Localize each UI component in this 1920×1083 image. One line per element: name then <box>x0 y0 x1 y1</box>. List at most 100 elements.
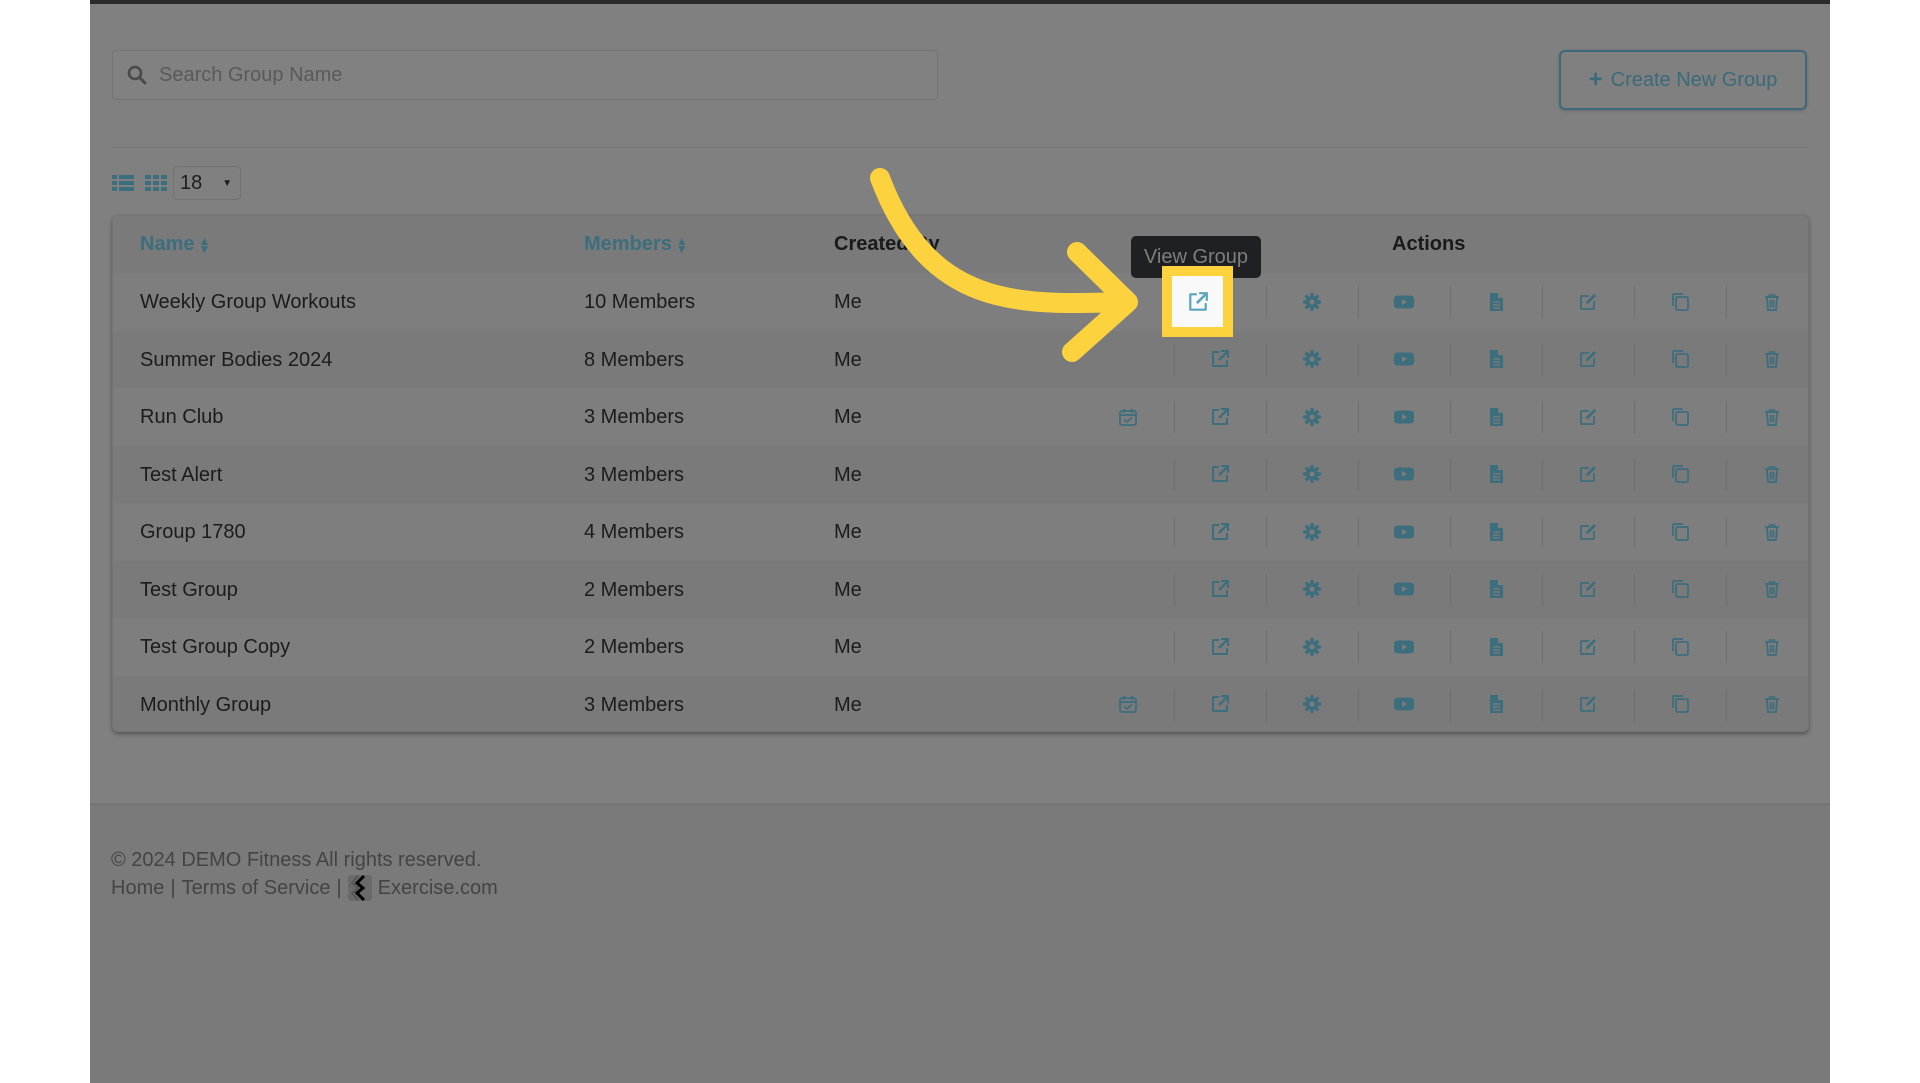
youtube-button[interactable] <box>1358 388 1450 446</box>
edit-button[interactable] <box>1542 676 1634 732</box>
file-text-button[interactable] <box>1450 388 1542 446</box>
external-link-icon <box>1210 694 1230 714</box>
header-created-by: Created By <box>834 233 940 255</box>
edit-button[interactable] <box>1542 561 1634 619</box>
edit-button[interactable] <box>1542 618 1634 676</box>
copy-button[interactable] <box>1634 446 1726 504</box>
youtube-icon <box>1394 694 1414 714</box>
list-view-icon[interactable] <box>112 174 134 192</box>
edit-button[interactable] <box>1542 503 1634 561</box>
gear-icon <box>1302 464 1322 484</box>
trash-button[interactable] <box>1726 561 1808 619</box>
copy-button[interactable] <box>1634 273 1726 331</box>
home-link[interactable]: Home <box>111 877 164 900</box>
search-box[interactable] <box>112 50 938 100</box>
gear-button[interactable] <box>1266 388 1358 446</box>
members-cell: 10 Members <box>584 291 696 313</box>
footer: © 2024 DEMO Fitness All rights reserved.… <box>90 803 1830 1083</box>
members-cell: 3 Members <box>584 406 685 428</box>
edit-button[interactable] <box>1542 331 1634 389</box>
exercise-logo-icon <box>347 875 372 901</box>
trash-button[interactable] <box>1726 503 1808 561</box>
file-text-icon <box>1486 694 1506 714</box>
file-text-button[interactable] <box>1450 676 1542 732</box>
edit-icon <box>1578 522 1598 542</box>
youtube-icon <box>1394 637 1414 657</box>
copyright-text: © 2024 DEMO Fitness All rights reserved. <box>111 849 482 871</box>
youtube-button[interactable] <box>1358 676 1450 732</box>
gear-button[interactable] <box>1266 503 1358 561</box>
youtube-icon <box>1394 579 1414 599</box>
copy-button[interactable] <box>1634 331 1726 389</box>
trash-button[interactable] <box>1726 273 1808 331</box>
gear-button[interactable] <box>1266 331 1358 389</box>
edit-button[interactable] <box>1542 273 1634 331</box>
file-text-icon <box>1486 349 1506 369</box>
gear-button[interactable] <box>1266 561 1358 619</box>
copy-button[interactable] <box>1634 618 1726 676</box>
highlighted-view-group-button[interactable] <box>1162 266 1233 337</box>
gear-button[interactable] <box>1266 273 1358 331</box>
create-new-group-button[interactable]: + Create New Group <box>1559 50 1807 110</box>
external-link-button[interactable] <box>1174 446 1266 504</box>
edit-button[interactable] <box>1542 388 1634 446</box>
external-link-button[interactable] <box>1174 388 1266 446</box>
youtube-button[interactable] <box>1358 561 1450 619</box>
copy-button[interactable] <box>1634 388 1726 446</box>
file-text-button[interactable] <box>1450 273 1542 331</box>
trash-button[interactable] <box>1726 388 1808 446</box>
created-by-cell: Me <box>834 348 862 371</box>
trash-button[interactable] <box>1726 618 1808 676</box>
edit-button[interactable] <box>1542 446 1634 504</box>
file-text-button[interactable] <box>1450 561 1542 619</box>
copy-icon <box>1670 292 1690 312</box>
external-link-button[interactable] <box>1174 676 1266 732</box>
file-text-button[interactable] <box>1450 446 1542 504</box>
file-text-button[interactable] <box>1450 331 1542 389</box>
external-link-icon <box>1210 464 1230 484</box>
calendar-check-button <box>1082 273 1174 331</box>
calendar-check-button[interactable] <box>1082 676 1174 732</box>
external-link-button[interactable] <box>1174 561 1266 619</box>
trash-icon <box>1762 522 1782 542</box>
copy-icon <box>1670 637 1690 657</box>
youtube-button[interactable] <box>1358 503 1450 561</box>
youtube-button[interactable] <box>1358 618 1450 676</box>
search-input[interactable] <box>157 62 921 88</box>
create-new-group-label: Create New Group <box>1610 68 1778 91</box>
terms-link[interactable]: Terms of Service <box>182 877 331 900</box>
members-cell: 2 Members <box>584 636 685 658</box>
gear-button[interactable] <box>1266 618 1358 676</box>
external-link-icon <box>1210 407 1230 427</box>
grid-view-icon[interactable] <box>145 174 167 192</box>
external-link-button[interactable] <box>1174 331 1266 389</box>
youtube-button[interactable] <box>1358 273 1450 331</box>
header-name[interactable]: Name ▲ ▼ <box>140 233 210 256</box>
calendar-check-button[interactable] <box>1082 388 1174 446</box>
created-by-cell: Me <box>834 406 862 428</box>
copy-button[interactable] <box>1634 561 1726 619</box>
edit-icon <box>1578 292 1598 312</box>
file-text-button[interactable] <box>1450 503 1542 561</box>
external-link-button[interactable] <box>1174 503 1266 561</box>
copy-button[interactable] <box>1634 676 1726 732</box>
divider <box>112 147 1808 148</box>
trash-button[interactable] <box>1726 446 1808 504</box>
copy-icon <box>1670 349 1690 369</box>
youtube-button[interactable] <box>1358 331 1450 389</box>
external-link-button[interactable] <box>1174 618 1266 676</box>
per-page-select[interactable]: 18 ▼ <box>173 166 241 200</box>
file-text-button[interactable] <box>1450 618 1542 676</box>
header-members[interactable]: Members ▲ ▼ <box>584 233 688 256</box>
exercise-com-link[interactable]: Exercise.com <box>378 877 498 900</box>
gear-icon <box>1302 694 1322 714</box>
gear-button[interactable] <box>1266 676 1358 732</box>
gear-button[interactable] <box>1266 446 1358 504</box>
copy-button[interactable] <box>1634 503 1726 561</box>
page: + Create New Group 18 ▼ Name▲▼ Members▲▼ <box>90 0 1830 1083</box>
trash-button[interactable] <box>1726 676 1808 732</box>
youtube-button[interactable] <box>1358 446 1450 504</box>
trash-button[interactable] <box>1726 331 1808 389</box>
edit-icon <box>1578 349 1598 369</box>
copy-icon <box>1670 464 1690 484</box>
